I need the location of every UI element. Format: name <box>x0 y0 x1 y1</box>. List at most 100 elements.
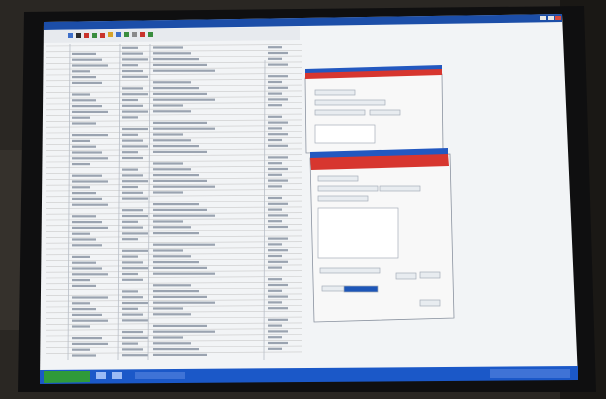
table-cell-text <box>268 324 282 327</box>
table-cell-text <box>72 279 90 282</box>
taskbar-icon[interactable] <box>112 372 122 379</box>
table-cell-text <box>72 134 108 137</box>
table-cell-text <box>268 278 282 281</box>
table-cell-text <box>268 179 288 182</box>
table-cell-text <box>268 243 282 246</box>
table-cell-text <box>153 203 199 206</box>
start-button-icon[interactable] <box>44 371 90 383</box>
table-cell-text <box>153 127 215 130</box>
table-cell-text <box>153 232 199 235</box>
table-cell-text <box>268 121 288 124</box>
table-cell-text <box>153 208 207 211</box>
table-cell-text <box>268 63 288 66</box>
table-cell-text <box>72 192 96 195</box>
table-cell-text <box>268 336 282 339</box>
table-cell-text <box>72 163 90 166</box>
table-cell-text <box>72 197 102 200</box>
table-cell-text <box>268 254 282 258</box>
table-cell-text <box>268 80 282 84</box>
table-cell-text <box>153 185 215 188</box>
table-cell-text <box>122 98 138 102</box>
dialog-window-lower <box>309 148 455 323</box>
table-cell-text <box>153 336 183 339</box>
dialog-button[interactable] <box>419 271 441 279</box>
table-cell-text <box>153 179 207 182</box>
table-cell-text <box>72 180 108 183</box>
table-cell-text <box>122 139 143 142</box>
table-cell-text <box>72 261 96 264</box>
dialog-window-upper <box>304 65 444 154</box>
table-cell-text <box>72 64 108 67</box>
photo-of-monitor <box>0 0 606 399</box>
table-cell-text <box>268 260 288 263</box>
table-cell-text <box>268 75 288 78</box>
table-cell-text <box>122 87 143 90</box>
table-cell-text <box>122 261 143 264</box>
table-cell-text <box>268 162 282 165</box>
table-cell-text <box>122 278 143 281</box>
table-cell-text <box>268 86 288 89</box>
table-cell-text <box>72 70 90 73</box>
table-cell-text <box>72 296 108 299</box>
table-cell-text <box>122 330 143 334</box>
table-cell-text <box>268 167 288 171</box>
table-cell-text <box>72 76 96 79</box>
table-cell-text <box>268 266 282 269</box>
table-cell-text <box>72 157 108 160</box>
dialog-button[interactable] <box>395 272 417 280</box>
table-cell-text <box>268 225 288 229</box>
table-cell-text <box>153 98 215 101</box>
table-cell-text <box>153 249 183 252</box>
table-cell-text <box>268 127 282 130</box>
table-cell-text <box>268 173 282 176</box>
table-cell-text <box>268 249 288 252</box>
table-cell-text <box>153 145 199 148</box>
table-cell-text <box>72 110 108 113</box>
table-cell-text <box>268 289 282 292</box>
table-cell-text <box>268 283 288 287</box>
table-cell-text <box>268 115 282 118</box>
table-cell-text <box>268 347 282 350</box>
table-cell-text <box>153 191 183 194</box>
table-cell-text <box>72 319 108 322</box>
table-cell-text <box>72 232 90 235</box>
table-cell-text <box>153 162 183 165</box>
table-cell-text <box>122 214 148 218</box>
table-cell-text <box>122 185 138 189</box>
table-cell-text <box>153 110 191 113</box>
table-cell-text <box>122 64 138 67</box>
table-cell-text <box>72 215 96 218</box>
table-cell-text <box>72 313 102 316</box>
table-cell-text <box>153 63 207 66</box>
table-cell-text <box>153 307 183 310</box>
table-cell-text <box>268 144 288 147</box>
table-cell-text <box>153 261 199 264</box>
table-cell-text <box>72 58 102 61</box>
table-cell-text <box>122 168 138 171</box>
table-cell-text <box>122 238 138 241</box>
table-cell-text <box>153 133 183 136</box>
taskbar-icon[interactable] <box>96 372 106 379</box>
table-cell-text <box>122 197 148 200</box>
table-cell-text <box>153 284 191 287</box>
dialog-button[interactable] <box>419 299 441 307</box>
table-cell-text <box>268 237 288 240</box>
table-cell-text <box>72 139 90 142</box>
table-cell-text <box>153 69 215 72</box>
table-cell-text <box>122 191 143 194</box>
table-cell-text <box>153 324 207 327</box>
table-cell-text <box>268 196 282 200</box>
table-cell-text <box>122 272 138 276</box>
table-cell-text <box>153 301 215 304</box>
table-cell-text <box>72 116 90 119</box>
table-cell-text <box>153 243 215 246</box>
table-cell-text <box>268 214 288 217</box>
table-cell-text <box>72 81 102 84</box>
table-cell-text <box>153 348 199 351</box>
taskbar-item[interactable] <box>135 372 185 379</box>
table-cell-text <box>268 185 282 188</box>
table-cell-text <box>122 307 138 310</box>
table-cell-text <box>153 81 191 84</box>
table-cell-text <box>268 133 288 136</box>
table-cell-text <box>72 238 96 241</box>
